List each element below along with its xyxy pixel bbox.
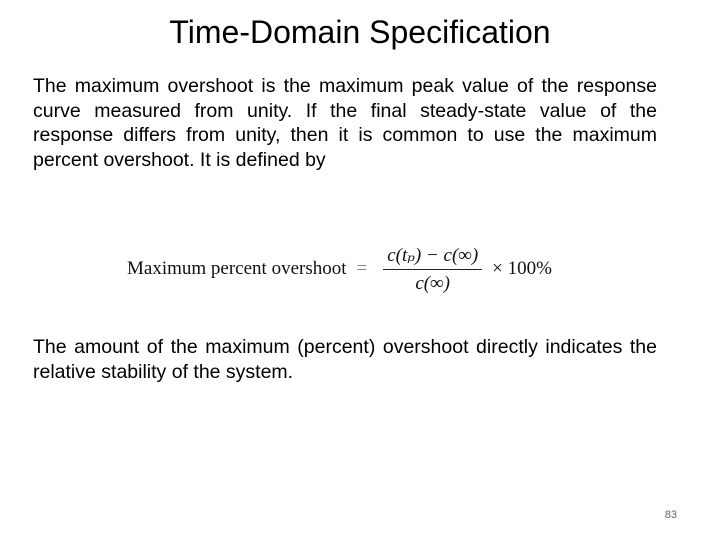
page-number: 83 bbox=[664, 509, 677, 521]
formula-denominator: c(∞) bbox=[415, 272, 451, 294]
formula-fraction: c(tₚ) − c(∞) c(∞) bbox=[383, 244, 483, 295]
overshoot-formula: Maximum percent overshoot = c(tₚ) − c(∞)… bbox=[127, 236, 597, 302]
formula-equals: = bbox=[356, 258, 368, 279]
formula-numerator: c(tₚ) − c(∞) bbox=[383, 244, 483, 270]
conclusion-paragraph: The amount of the maximum (percent) over… bbox=[33, 336, 657, 383]
intro-paragraph: The maximum overshoot is the maximum pea… bbox=[33, 75, 657, 171]
formula-lhs: Maximum percent overshoot bbox=[127, 258, 347, 279]
formula-multiplier: × 100% bbox=[492, 258, 552, 279]
slide-title: Time-Domain Specification bbox=[169, 14, 551, 50]
